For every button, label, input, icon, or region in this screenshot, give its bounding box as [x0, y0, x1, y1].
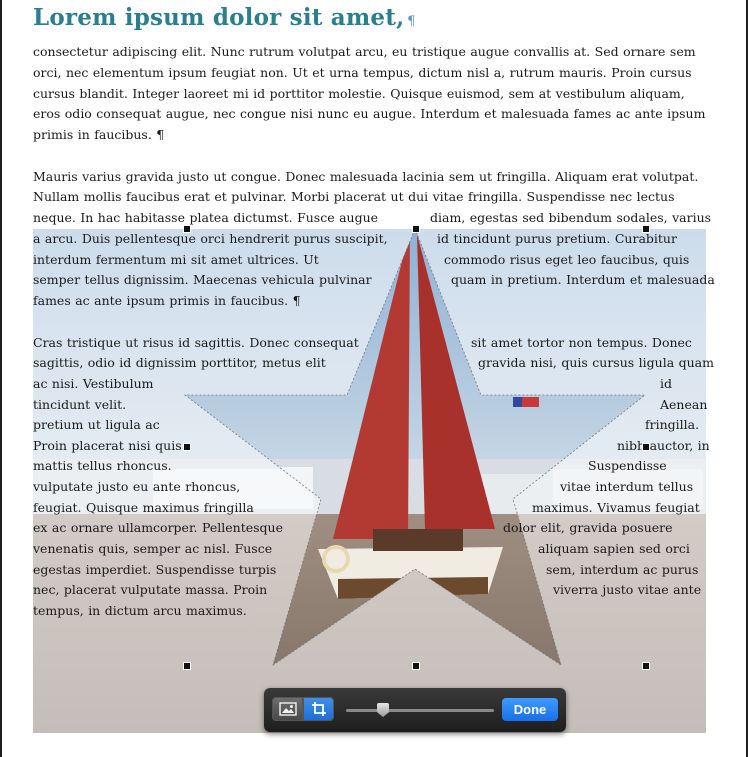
body-line-right[interactable]: sem, interdum ac purus — [546, 562, 698, 577]
body-line[interactable]: egestas imperdiet. Suspendisse turpis — [33, 562, 276, 577]
body-line[interactable]: Nullam mollis faucibus erat et pulvinar.… — [33, 189, 675, 204]
body-line[interactable]: eros odio consequat augue, nec congue ni… — [33, 106, 705, 121]
body-line[interactable]: tincidunt velit. — [33, 397, 126, 412]
heading-text: Lorem ipsum dolor sit amet, — [33, 4, 405, 31]
body-line[interactable]: sagittis, odio id dignissim porttitor, m… — [33, 355, 326, 370]
scale-slider-knob[interactable] — [377, 703, 389, 717]
body-line[interactable]: ex ac ornare ullamcorper. Pellentesque — [33, 520, 283, 535]
body-line-right[interactable]: id tincidunt purus pretium. Curabitur — [437, 231, 677, 246]
body-line-right[interactable]: dolor elit, gravida posuere — [503, 520, 673, 535]
edit-mask-button[interactable] — [303, 697, 334, 721]
resize-handle[interactable] — [642, 662, 650, 670]
body-line[interactable]: tempus, in dictum arcu maximus. — [33, 603, 247, 618]
body-line-right[interactable]: aliquam sapien sed orci — [538, 541, 690, 556]
resize-handle[interactable] — [412, 662, 420, 670]
body-line-right[interactable]: Suspendisse — [588, 458, 667, 473]
mask-edit-toolbar: Done — [264, 688, 566, 732]
body-line[interactable]: a arcu. Duis pellentesque orci hendrerit… — [33, 231, 388, 246]
body-line-right[interactable]: maximus. Vivamus feugiat — [532, 500, 700, 515]
crop-icon — [311, 702, 326, 716]
body-line[interactable]: primis in faucibus. ¶ — [33, 127, 164, 142]
body-line[interactable]: Mauris varius gravida justo ut congue. D… — [33, 169, 698, 184]
body-line[interactable]: orci, nec elementum ipsum feugiat non. U… — [33, 65, 692, 80]
body-line[interactable]: Cras tristique ut risus id sagittis. Don… — [33, 335, 359, 350]
body-line[interactable]: Proin placerat nisi quis — [33, 438, 182, 453]
picture-icon — [278, 702, 297, 716]
resize-handle[interactable] — [642, 225, 650, 233]
edit-image-button[interactable] — [272, 697, 303, 721]
body-line-right[interactable]: Aenean — [660, 397, 707, 412]
body-line[interactable]: consectetur adipiscing elit. Nunc rutrum… — [33, 44, 696, 59]
resize-handle[interactable] — [412, 225, 420, 233]
body-line-right[interactable]: nibh auctor, in — [617, 438, 710, 453]
body-line-right[interactable]: fringilla. — [645, 417, 699, 432]
body-line[interactable]: cursus blandit. Integer laoreet mi id po… — [33, 86, 685, 101]
body-line-right[interactable]: gravida nisi, quis cursus ligula quam — [478, 355, 714, 370]
body-line-right[interactable]: quam in pretium. Interdum et malesuada — [451, 272, 715, 287]
heading-pilcrow: ¶ — [407, 14, 416, 29]
resize-handle[interactable] — [183, 225, 191, 233]
body-line[interactable]: semper tellus dignissim. Maecenas vehicu… — [33, 272, 372, 287]
body-line[interactable]: venenatis quis, semper ac nisl. Fusce — [33, 541, 272, 556]
body-line[interactable]: pretium ut ligula ac — [33, 417, 160, 432]
body-line-right[interactable]: vitae interdum tellus — [560, 479, 693, 494]
body-line[interactable]: neque. In hac habitasse platea dictumst.… — [33, 210, 378, 225]
body-line-right[interactable]: viverra justo vitae ante — [553, 582, 701, 597]
resize-handle[interactable] — [183, 662, 191, 670]
body-line[interactable]: mattis tellus rhoncus. — [33, 458, 172, 473]
body-line[interactable]: interdum fermentum mi sit amet ultrices.… — [33, 252, 319, 267]
resize-handle[interactable] — [642, 443, 650, 451]
page-left-edge — [0, 0, 2, 757]
body-line[interactable]: nec, placerat vulputate massa. Proin — [33, 582, 267, 597]
done-button[interactable]: Done — [502, 698, 558, 721]
body-line-right[interactable]: diam, egestas sed bibendum sodales, vari… — [430, 210, 711, 225]
body-line-right[interactable]: id — [660, 376, 672, 391]
body-line-right[interactable]: commodo risus eget leo faucibus, quis — [444, 252, 689, 267]
body-line[interactable]: ac nisi. Vestibulum — [33, 376, 154, 391]
scale-slider-track[interactable] — [346, 709, 494, 712]
document-heading[interactable]: Lorem ipsum dolor sit amet, ¶ — [33, 4, 416, 31]
body-line[interactable]: fames ac ante ipsum primis in faucibus. … — [33, 293, 301, 308]
body-line[interactable]: feugiat. Quisque maximus fringilla — [33, 500, 254, 515]
body-line-right[interactable]: sit amet tortor non tempus. Donec — [471, 335, 692, 350]
body-line[interactable]: vulputate justo eu ante rhoncus, — [33, 479, 240, 494]
resize-handle[interactable] — [183, 443, 191, 451]
